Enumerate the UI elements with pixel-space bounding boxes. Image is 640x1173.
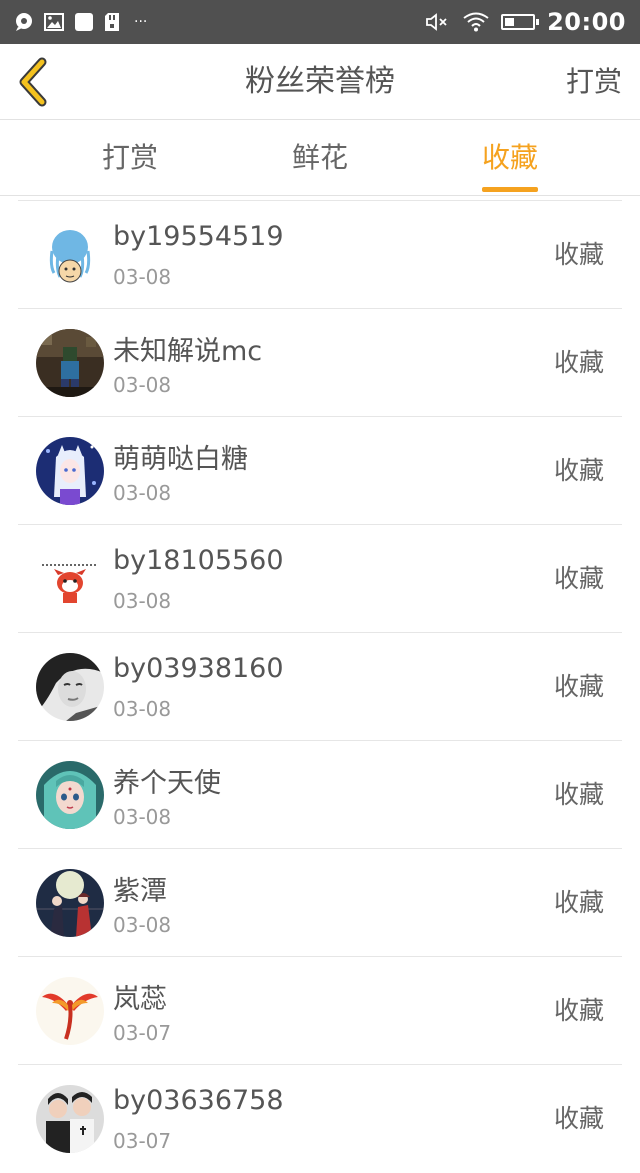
list-item[interactable]: 未知解说mc 03-08 收藏 — [18, 308, 622, 416]
item-date: 03-08 — [113, 265, 172, 289]
tab-favorites[interactable]: 收藏 — [430, 120, 590, 196]
item-date: 03-07 — [113, 1021, 172, 1045]
item-type: 收藏 — [553, 564, 604, 593]
item-name: 萌萌哒白糖 — [113, 444, 248, 475]
item-name: by03938160 — [113, 653, 284, 684]
tab-reward[interactable]: 打赏 — [50, 120, 210, 196]
list-item[interactable]: by03938160 03-08 收藏 — [18, 632, 622, 740]
notification-icons: ··· — [14, 0, 147, 44]
item-date: 03-07 — [113, 1129, 172, 1153]
item-name: by18105560 — [113, 545, 284, 576]
tab-label: 鲜花 — [291, 141, 348, 174]
item-type: 收藏 — [553, 348, 604, 377]
tab-label: 收藏 — [481, 141, 538, 174]
tab-flowers[interactable]: 鲜花 — [240, 120, 400, 196]
avatar[interactable] — [36, 761, 104, 829]
item-name: by19554519 — [113, 221, 284, 252]
item-type: 收藏 — [553, 1104, 604, 1133]
reward-button[interactable]: 打赏 — [566, 44, 622, 120]
item-date: 03-08 — [113, 913, 172, 937]
item-name: 紫潭 — [113, 876, 167, 907]
item-name: 未知解说mc — [113, 336, 263, 367]
list-item[interactable]: by03636758 03-07 收藏 — [18, 1064, 622, 1172]
battery-icon — [501, 14, 540, 30]
list-item[interactable]: 萌萌哒白糖 03-08 收藏 — [18, 416, 622, 524]
tab-bar: 打赏 鲜花 收藏 — [0, 120, 640, 196]
avatar[interactable] — [36, 437, 104, 505]
item-name: 养个天使 — [113, 768, 221, 799]
fan-list: by19554519 03-08 收藏 未知解说mc 03-08 收藏 萌萌哒白… — [0, 200, 640, 1172]
avatar[interactable] — [36, 977, 104, 1045]
tab-label: 打赏 — [101, 141, 158, 174]
avatar[interactable] — [36, 545, 104, 613]
avatar[interactable] — [36, 329, 104, 397]
item-date: 03-08 — [113, 373, 172, 397]
item-type: 收藏 — [553, 240, 604, 269]
mute-icon — [425, 12, 451, 32]
item-type: 收藏 — [553, 456, 604, 485]
item-date: 03-08 — [113, 481, 172, 505]
item-type: 收藏 — [553, 672, 604, 701]
avatar[interactable] — [36, 653, 104, 721]
item-type: 收藏 — [553, 996, 604, 1025]
battery-fill — [505, 18, 515, 26]
list-item[interactable]: by19554519 03-08 收藏 — [18, 200, 622, 308]
avatar[interactable] — [36, 1085, 104, 1153]
more-dots-icon: ··· — [134, 14, 148, 30]
status-bar: ··· 20:00 — [0, 0, 640, 44]
clock: 20:00 — [547, 8, 626, 36]
active-tab-indicator — [482, 187, 538, 192]
white-square-icon — [74, 12, 94, 32]
header-bar: 粉丝荣誉榜 打赏 — [0, 44, 640, 120]
chat-bubble-icon — [14, 12, 34, 32]
wifi-icon — [463, 12, 489, 32]
item-date: 03-08 — [113, 589, 172, 613]
item-type: 收藏 — [553, 888, 604, 917]
sd-card-icon — [104, 12, 124, 32]
list-item[interactable]: by18105560 03-08 收藏 — [18, 524, 622, 632]
avatar[interactable] — [36, 869, 104, 937]
avatar[interactable] — [36, 221, 104, 289]
item-name: by03636758 — [113, 1085, 284, 1116]
page-title: 粉丝荣誉榜 — [245, 64, 395, 99]
item-type: 收藏 — [553, 780, 604, 809]
item-date: 03-08 — [113, 697, 172, 721]
item-date: 03-08 — [113, 805, 172, 829]
list-item[interactable]: 岚蕊 03-07 收藏 — [18, 956, 622, 1064]
item-name: 岚蕊 — [113, 984, 167, 1015]
image-icon — [44, 12, 64, 32]
list-item[interactable]: 养个天使 03-08 收藏 — [18, 740, 622, 848]
list-item[interactable]: 紫潭 03-08 收藏 — [18, 848, 622, 956]
